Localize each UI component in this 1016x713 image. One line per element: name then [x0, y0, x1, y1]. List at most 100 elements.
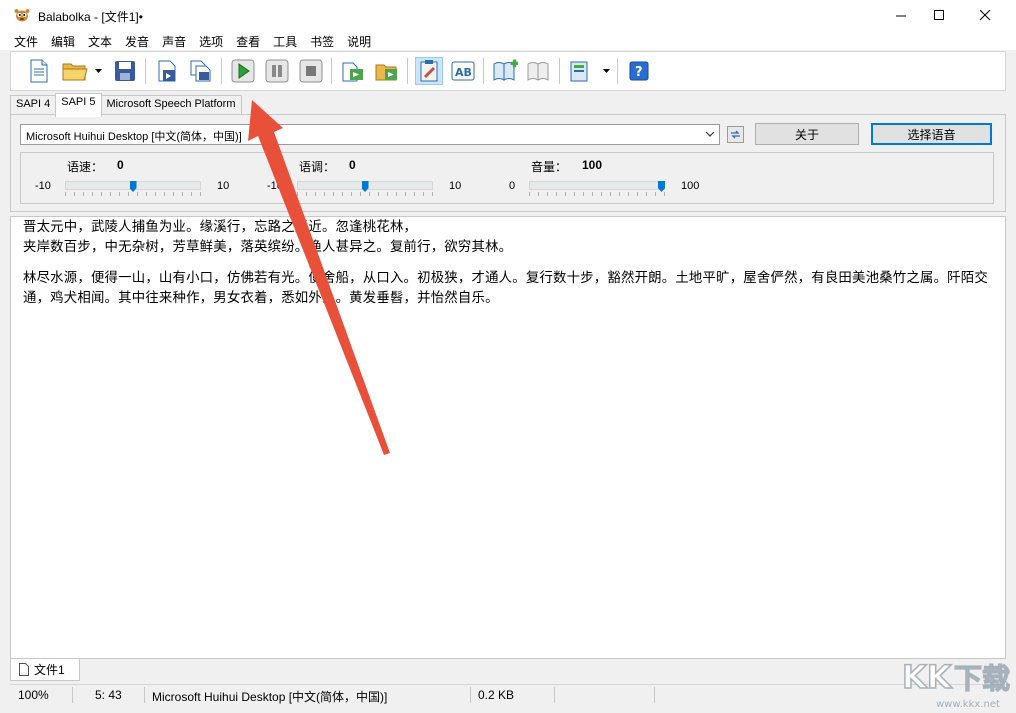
editor-paragraph: 晋太元中，武陵人捕鱼为业。缘溪行，忘路之远近。忽逢桃花林， 夹岸数百步，中无杂树…: [23, 220, 513, 255]
batch-convert-button[interactable]: [187, 57, 215, 85]
toolbar-separator: [145, 58, 146, 84]
menu-speech[interactable]: 声音: [155, 30, 192, 50]
kk-watermark-icon: KK 下载 www.kkx.net: [901, 657, 1010, 710]
rate-slider-ticks: [65, 192, 201, 196]
select-voice-button[interactable]: 选择语音: [871, 123, 992, 145]
title-bar: Balabolka - [文件1]•: [0, 0, 1016, 30]
svg-text:AB: AB: [455, 66, 472, 79]
voice-select[interactable]: Microsoft Huihui Desktop [中文(简体，中国)]: [20, 124, 720, 145]
close-button[interactable]: [962, 0, 1008, 30]
status-separator: [72, 687, 73, 703]
balabolka-app-icon: [14, 9, 30, 22]
help-button[interactable]: ?: [625, 57, 653, 85]
menu-view[interactable]: 查看: [229, 30, 266, 50]
dictionary-button[interactable]: [567, 57, 595, 85]
menu-text[interactable]: 文本: [81, 30, 118, 50]
status-separator: [144, 687, 145, 703]
menu-bookmarks[interactable]: 书签: [303, 30, 340, 50]
volume-slider-ticks: [529, 192, 665, 196]
sapi5-panel: Microsoft Huihui Desktop [中文(简体，中国)] 关于 …: [10, 114, 1006, 212]
menu-edit[interactable]: 编辑: [44, 30, 81, 50]
svg-text:?: ?: [635, 65, 643, 80]
pitch-max: 10: [449, 180, 462, 192]
watermark-logo: KK 下载 www.kkx.net: [898, 652, 1014, 710]
menu-options[interactable]: 选项: [192, 30, 229, 50]
rate-min: -10: [35, 180, 51, 192]
voice-parameters: 语速： 0 -10 10 语调： 0 -10 10 音量： 100 0 100: [20, 152, 994, 204]
app-window: Balabolka - [文件1]• 文件 编辑 文本 发音 声音 选项 查看 …: [0, 0, 1016, 711]
menu-file[interactable]: 文件: [0, 30, 44, 50]
document-tab-label: 文件1: [34, 663, 65, 677]
volume-max: 100: [681, 180, 700, 192]
text-editor[interactable]: 晋太元中，武陵人捕鱼为业。缘溪行，忘路之远近。忽逢桃花林， 夹岸数百步，中无杂树…: [10, 216, 1006, 659]
svg-text:KK: KK: [902, 658, 953, 696]
menu-pronunciation[interactable]: 发音: [118, 30, 155, 50]
pitch-min: -10: [267, 180, 283, 192]
maximize-icon: [933, 9, 944, 20]
new-document-icon: [30, 59, 48, 83]
menu-tools[interactable]: 工具: [266, 30, 303, 50]
play-icon: [231, 59, 255, 83]
menu-bar: 文件 编辑 文本 发音 声音 选项 查看 工具 书签 说明: [0, 30, 1016, 50]
pitch-label: 语调：: [299, 160, 336, 174]
status-voice: Microsoft Huihui Desktop [中文(简体，中国)]: [152, 690, 388, 704]
chevron-down-icon: [705, 131, 715, 137]
open-dropdown-icon[interactable]: [95, 69, 103, 74]
new-document-button[interactable]: [25, 57, 53, 85]
voice-select-value: Microsoft Huihui Desktop [中文(简体，中国)]: [26, 131, 242, 143]
status-separator: [654, 687, 655, 703]
pitch-slider-thumb[interactable]: [361, 181, 369, 192]
about-button[interactable]: 关于: [755, 123, 859, 145]
tab-microsoft-speech-platform[interactable]: Microsoft Speech Platform: [100, 95, 242, 116]
dictionary-dropdown-icon[interactable]: [603, 69, 611, 74]
document-tab[interactable]: 文件1: [10, 659, 80, 681]
read-clipboard-button[interactable]: [415, 57, 443, 85]
volume-slider-track[interactable]: [529, 181, 665, 190]
close-icon: [979, 9, 990, 20]
rate-value: 0: [117, 158, 124, 172]
tab-sapi5[interactable]: SAPI 5: [55, 93, 102, 117]
toolbar-separator: [331, 58, 332, 84]
stop-button[interactable]: [297, 57, 325, 85]
editor-paragraph: 林尽水源，便得一山，山有小口，仿佛若有光。便舍船，从口入。初极狭，才通人。复行数…: [23, 271, 988, 306]
open-button[interactable]: [61, 57, 89, 85]
add-bookmark-icon: [493, 59, 518, 81]
status-separator: [470, 687, 471, 703]
spell-check-button[interactable]: AB: [449, 57, 477, 85]
tab-sapi4[interactable]: SAPI 4: [10, 95, 57, 116]
minimize-icon: [895, 15, 906, 16]
rate-slider-thumb[interactable]: [129, 181, 137, 192]
help-icon: ?: [629, 61, 649, 81]
volume-min: 0: [509, 180, 516, 192]
menu-help[interactable]: 说明: [340, 30, 377, 50]
refresh-icon: [731, 130, 740, 139]
status-separator: [554, 687, 555, 703]
add-bookmark-button[interactable]: [491, 57, 519, 85]
toolbar: AB ?: [10, 51, 1006, 91]
toolbar-separator: [559, 58, 560, 84]
engine-tabs: SAPI 4 SAPI 5 Microsoft Speech Platform: [10, 93, 242, 117]
save-icon: [115, 61, 135, 81]
document-icon: [19, 663, 29, 676]
status-size: 0.2 KB: [478, 688, 515, 702]
window-title: Balabolka - [文件1]•: [38, 10, 143, 24]
refresh-voices-button[interactable]: [727, 126, 744, 143]
batch-convert-icon: [190, 60, 211, 82]
bookmarks-icon: [527, 62, 549, 81]
play-button[interactable]: [229, 57, 257, 85]
open-files-button[interactable]: [373, 57, 401, 85]
maximize-button[interactable]: [916, 0, 962, 30]
convert-clipboard-icon: [342, 62, 363, 82]
volume-value: 100: [582, 158, 603, 172]
save-button[interactable]: [111, 57, 139, 85]
toolbar-separator: [617, 58, 618, 84]
pause-button[interactable]: [263, 57, 291, 85]
pitch-slider-ticks: [297, 192, 433, 196]
rate-max: 10: [217, 180, 230, 192]
save-audio-button[interactable]: [153, 57, 181, 85]
status-bar: 100% 5: 43 Microsoft Huihui Desktop [中文(…: [10, 684, 1006, 704]
status-zoom: 100%: [18, 688, 49, 702]
volume-slider-thumb[interactable]: [658, 181, 665, 192]
convert-clipboard-button[interactable]: [339, 57, 367, 85]
bookmarks-button[interactable]: [525, 57, 553, 85]
